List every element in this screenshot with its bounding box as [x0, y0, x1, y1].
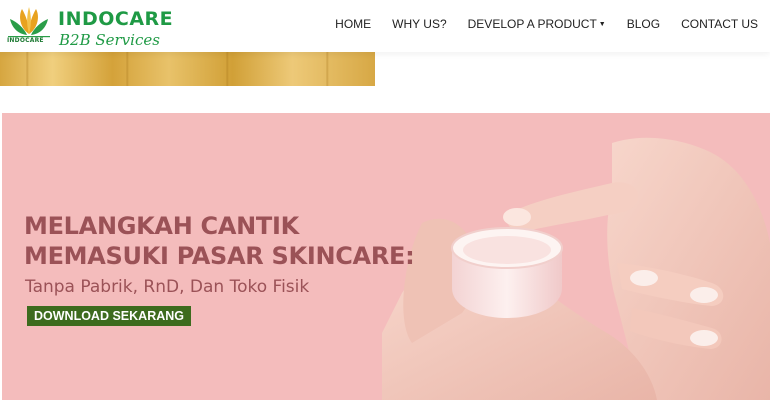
nav-item-why-us[interactable]: WHY US?: [392, 17, 446, 31]
logo-mark-text: INDOCARE: [7, 37, 44, 44]
caret-down-icon: ▼: [598, 21, 606, 28]
nav-item-contact-us[interactable]: CONTACT US: [681, 17, 758, 31]
nav-item-blog[interactable]: BLOG: [627, 17, 660, 31]
brand-name: INDOCARE: [58, 8, 174, 30]
hero-subtitle: Tanpa Pabrik, RnD, Dan Toko Fisik: [25, 277, 310, 297]
nav-item-home[interactable]: HOME: [335, 17, 371, 31]
brand-tagline: B2B Services: [59, 31, 160, 49]
hero-title-line-2: MEMASUKI PASAR SKINCARE:: [24, 242, 415, 270]
main-nav: HOME WHY US? DEVELOP A PRODUCT ▼ BLOG CON…: [314, 17, 758, 31]
hero-title-line-1: MELANGKAH CANTIK: [24, 212, 299, 240]
download-now-button[interactable]: DOWNLOAD SEKARANG: [27, 306, 191, 326]
brand-logo[interactable]: INDOCARE INDOCARE B2B Services: [6, 4, 173, 49]
nav-item-develop-label: DEVELOP A PRODUCT: [467, 17, 597, 31]
gold-banner-image: [0, 52, 375, 86]
hero-banner: MELANGKAH CANTIK MEMASUKI PASAR SKINCARE…: [2, 113, 770, 400]
hands-holding-cream-jar-illustration: [382, 137, 770, 400]
nav-item-develop-a-product[interactable]: DEVELOP A PRODUCT ▼: [468, 17, 606, 31]
site-header: INDOCARE INDOCARE B2B Services HOME WHY …: [0, 0, 770, 52]
hero-title: MELANGKAH CANTIK MEMASUKI PASAR SKINCARE…: [24, 211, 415, 271]
